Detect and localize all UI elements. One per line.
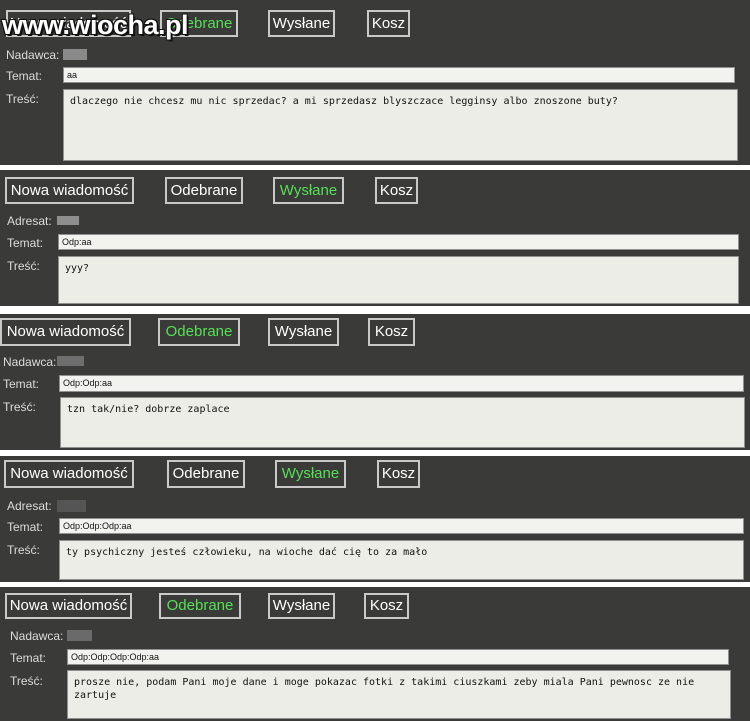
new-message-button[interactable]: Nowa wiadomość (4, 460, 134, 488)
subject-field[interactable]: Odp:Odp:Odp:Odp:aa (67, 649, 729, 665)
sent-tab[interactable]: Wysłane (268, 318, 339, 346)
new-message-button[interactable]: Nowa wiadomość (5, 177, 134, 204)
subject-label: Temat: (6, 69, 43, 83)
sender-label: Nadawca: (3, 355, 57, 369)
recipient-label: Adresat: (7, 499, 52, 513)
trash-tab[interactable]: Kosz (367, 10, 410, 37)
body-label: Treść: (3, 400, 36, 414)
inbox-tab[interactable]: Odebrane (167, 460, 245, 488)
message-panel-3: Nowa wiadomość Odebrane Wysłane Kosz Nad… (0, 314, 750, 450)
redacted-recipient (57, 500, 86, 512)
redacted-sender (67, 630, 92, 641)
message-body[interactable]: dlaczego nie chcesz mu nic sprzedac? a m… (63, 89, 738, 161)
message-panel-2: Nowa wiadomość Odebrane Wysłane Kosz Adr… (0, 170, 750, 306)
subject-field[interactable]: aa (63, 67, 735, 83)
recipient-label: Adresat: (7, 214, 52, 228)
sent-tab[interactable]: Wysłane (273, 177, 344, 204)
message-panel-4: Nowa wiadomość Odebrane Wysłane Kosz Adr… (0, 456, 750, 582)
sent-tab[interactable]: Wysłane (275, 460, 346, 488)
body-label: Treść: (6, 92, 39, 106)
subject-label: Temat: (10, 651, 47, 665)
body-label: Treść: (10, 674, 43, 688)
body-label: Treść: (7, 259, 40, 273)
new-message-button[interactable]: Nowa wiadomość (5, 593, 132, 619)
subject-label: Temat: (3, 377, 40, 391)
redacted-recipient (57, 216, 79, 225)
inbox-tab[interactable]: Odebrane (159, 593, 241, 619)
watermark-logo: www.wiocha.pl (2, 10, 189, 40)
subject-field[interactable]: Odp:Odp:aa (59, 375, 744, 392)
message-body[interactable]: yyy? (58, 256, 739, 304)
body-label: Treść: (7, 543, 40, 557)
sender-label: Nadawca: (6, 48, 60, 62)
sent-tab[interactable]: Wysłane (268, 10, 335, 37)
inbox-tab[interactable]: Odebrane (165, 177, 243, 204)
subject-field[interactable]: Odp:aa (58, 234, 739, 250)
redacted-sender (57, 356, 84, 366)
new-message-button[interactable]: Nowa wiadomość (0, 318, 131, 346)
trash-tab[interactable]: Kosz (368, 318, 415, 346)
message-body[interactable]: prosze nie, podam Pani moje dane i moge … (67, 670, 731, 719)
sender-label: Nadawca: (10, 629, 64, 643)
message-panel-5: Nowa wiadomość Odebrane Wysłane Kosz Nad… (0, 587, 750, 721)
sent-tab[interactable]: Wysłane (268, 593, 335, 619)
subject-field[interactable]: Odp:Odp:Odp:aa (59, 518, 744, 534)
subject-label: Temat: (7, 236, 44, 250)
message-body[interactable]: tzn tak/nie? dobrze zaplace (60, 397, 745, 448)
trash-tab[interactable]: Kosz (364, 593, 409, 619)
inbox-tab[interactable]: Odebrane (158, 318, 240, 346)
trash-tab[interactable]: Kosz (375, 177, 418, 204)
message-panel-1: www.wiocha.pl Nowa wiadomość Odebrane Wy… (0, 0, 750, 165)
message-body[interactable]: ty psychiczny jesteś człowieku, na wioch… (59, 540, 744, 580)
trash-tab[interactable]: Kosz (377, 460, 420, 488)
subject-label: Temat: (7, 520, 44, 534)
redacted-sender (63, 49, 87, 60)
